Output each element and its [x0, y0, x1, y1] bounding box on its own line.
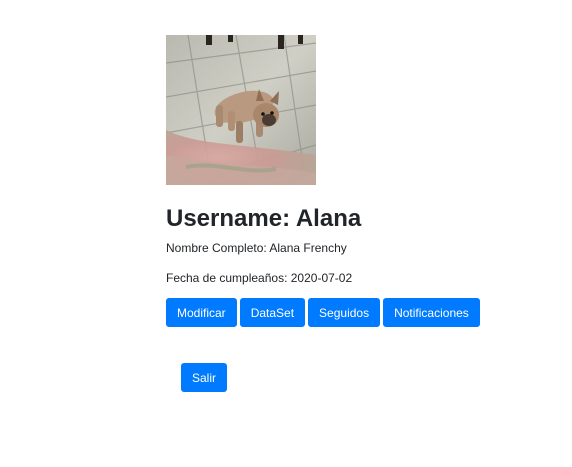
logout-button[interactable]: Salir: [181, 363, 228, 392]
dataset-button[interactable]: DataSet: [239, 298, 306, 327]
modify-button[interactable]: Modificar: [166, 298, 237, 327]
username-value: Alana: [295, 205, 362, 232]
following-button[interactable]: Seguidos: [308, 298, 381, 327]
birthday-line: Fecha de cumpleaños: 2020-07-02: [166, 270, 352, 286]
birthday-value: 2020-07-02: [290, 271, 353, 285]
fullname-line: Nombre Completo: Alana Frenchy: [166, 240, 347, 256]
fullname-label: Nombre Completo:: [166, 241, 270, 255]
birthday-label: Fecha de cumpleaños:: [166, 271, 291, 285]
username-heading: Username: Alana: [166, 203, 361, 235]
profile-page: Username: Alana Nombre Completo: Alana F…: [0, 0, 572, 467]
profile-actions: Modificar DataSet Seguidos Notificacione…: [166, 298, 480, 327]
profile-photo: [166, 35, 316, 185]
fullname-value: Alana Frenchy: [269, 241, 347, 255]
username-prefix: Username:: [166, 205, 296, 232]
notifications-button[interactable]: Notificaciones: [383, 298, 480, 327]
